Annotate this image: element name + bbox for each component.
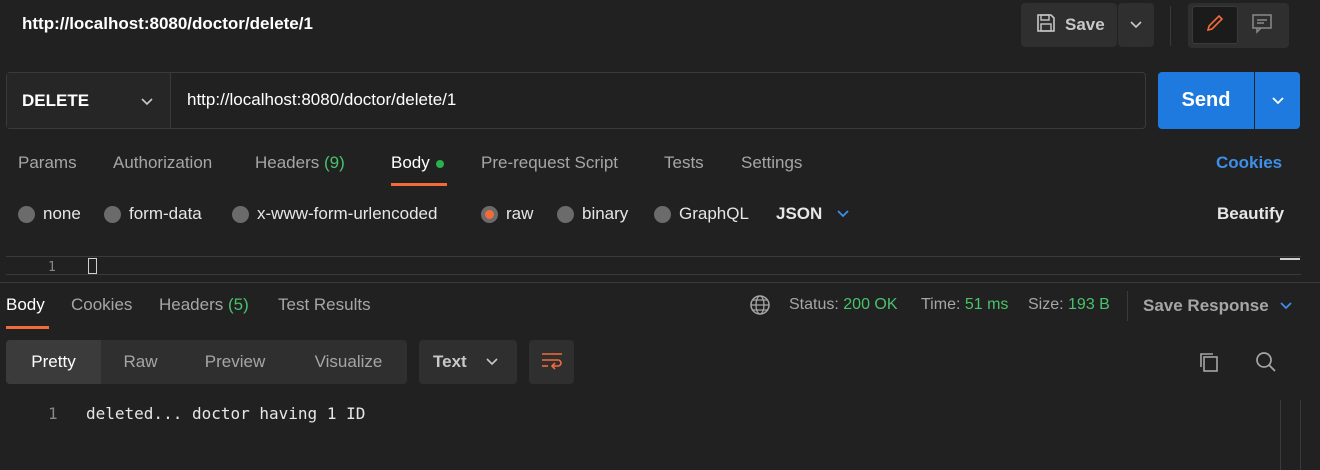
save-options-button[interactable] xyxy=(1118,3,1154,47)
view-raw-button[interactable]: Raw xyxy=(101,340,180,384)
radio-raw[interactable]: raw xyxy=(481,204,533,224)
response-tab-body[interactable]: Body xyxy=(6,295,45,315)
time-label: Time: xyxy=(921,296,961,313)
tab-body[interactable]: Body xyxy=(391,153,444,173)
headers-count: (9) xyxy=(324,153,345,172)
radio-selected-icon xyxy=(481,205,498,223)
send-button[interactable]: Send xyxy=(1158,72,1254,129)
response-body-text[interactable]: deleted... doctor having 1 ID xyxy=(86,404,365,423)
tab-settings[interactable]: Settings xyxy=(741,153,802,173)
response-scrollbar[interactable] xyxy=(1280,400,1281,470)
chevron-down-icon[interactable] xyxy=(140,92,154,112)
save-response-label: Save Response xyxy=(1143,296,1269,315)
search-icon[interactable] xyxy=(1254,350,1278,379)
radio-urlencoded-label: x-www-form-urlencoded xyxy=(257,204,438,223)
active-dot-icon xyxy=(435,159,444,168)
divider xyxy=(1170,6,1171,46)
format-select[interactable]: JSON xyxy=(776,204,850,224)
chevron-down-icon xyxy=(836,204,850,224)
view-pretty-button[interactable]: Pretty xyxy=(6,340,101,384)
response-line-number: 1 xyxy=(48,404,58,423)
radio-icon xyxy=(654,205,671,223)
radio-icon xyxy=(18,205,35,223)
radio-binary-label: binary xyxy=(582,204,629,223)
radio-icon xyxy=(557,205,574,223)
radio-raw-label: raw xyxy=(506,204,534,223)
request-body-editor[interactable] xyxy=(6,256,1301,275)
radio-none[interactable]: none xyxy=(18,204,81,224)
radio-form-data-label: form-data xyxy=(129,204,202,223)
radio-graphql-label: GraphQL xyxy=(679,204,749,223)
tab-authorization[interactable]: Authorization xyxy=(113,153,212,173)
edit-mode-button[interactable] xyxy=(1192,6,1238,44)
radio-icon xyxy=(232,205,249,223)
radio-binary[interactable]: binary xyxy=(557,204,628,224)
request-url-bar xyxy=(6,72,1146,129)
response-tab-test-results[interactable]: Test Results xyxy=(278,295,371,315)
comment-icon xyxy=(1251,12,1273,39)
send-options-button[interactable] xyxy=(1255,72,1300,129)
save-button[interactable]: Save xyxy=(1021,3,1117,47)
size-label: Size: xyxy=(1028,296,1064,313)
divider xyxy=(1127,291,1128,321)
view-preview-button[interactable]: Preview xyxy=(180,340,290,384)
response-format-select[interactable]: Text xyxy=(419,340,517,384)
pencil-icon xyxy=(1204,12,1226,39)
status-value: 200 OK xyxy=(843,296,898,313)
save-disk-icon xyxy=(1035,12,1057,39)
response-status[interactable]: Status: 200 OK xyxy=(789,296,898,314)
globe-icon[interactable] xyxy=(749,294,771,321)
response-headers-count: (5) xyxy=(228,295,249,314)
view-visualize-button[interactable]: Visualize xyxy=(290,340,407,384)
chevron-down-icon xyxy=(1271,91,1285,111)
beautify-link[interactable]: Beautify xyxy=(1217,204,1284,224)
tab-headers[interactable]: Headers (9) xyxy=(255,153,345,173)
response-format-label: Text xyxy=(433,352,467,371)
format-label: JSON xyxy=(776,204,823,223)
tab-headers-label: Headers xyxy=(255,153,320,172)
wrap-icon xyxy=(540,350,564,375)
chevron-down-icon xyxy=(1129,15,1143,35)
tab-params[interactable]: Params xyxy=(18,153,77,173)
radio-form-data[interactable]: form-data xyxy=(104,204,202,224)
response-tab-headers-label: Headers xyxy=(159,295,224,314)
active-tab-indicator xyxy=(391,183,447,186)
save-response-button[interactable]: Save Response xyxy=(1143,296,1293,316)
chevron-down-icon xyxy=(1279,296,1293,316)
divider xyxy=(1300,400,1301,470)
time-value: 51 ms xyxy=(964,296,1009,313)
response-tab-cookies[interactable]: Cookies xyxy=(71,295,132,315)
size-value: 193 B xyxy=(1068,296,1110,313)
wrap-lines-button[interactable] xyxy=(529,340,574,384)
tab-body-label: Body xyxy=(391,153,430,172)
radio-none-label: none xyxy=(43,204,81,223)
editor-line-number: 1 xyxy=(48,260,56,275)
comments-mode-button[interactable] xyxy=(1240,6,1284,44)
radio-urlencoded[interactable]: x-www-form-urlencoded xyxy=(232,204,437,224)
divider xyxy=(0,282,1320,283)
response-tab-headers[interactable]: Headers (5) xyxy=(159,295,249,315)
radio-icon xyxy=(104,205,121,223)
request-title[interactable]: http://localhost:8080/doctor/delete/1 xyxy=(22,14,313,34)
radio-graphql[interactable]: GraphQL xyxy=(654,204,749,224)
active-tab-indicator xyxy=(6,326,49,329)
response-size[interactable]: Size: 193 B xyxy=(1028,296,1110,314)
method-label: DELETE xyxy=(22,90,90,110)
tab-prerequest-script[interactable]: Pre-request Script xyxy=(481,153,618,173)
editor-cursor xyxy=(88,258,97,274)
chevron-down-icon xyxy=(485,352,499,372)
save-label: Save xyxy=(1065,15,1105,34)
tab-tests[interactable]: Tests xyxy=(664,153,704,173)
url-input[interactable]: http://localhost:8080/doctor/delete/1 xyxy=(187,90,456,110)
copy-icon[interactable] xyxy=(1197,350,1221,379)
editor-scrollbar[interactable] xyxy=(1280,258,1300,274)
status-label: Status: xyxy=(789,296,839,313)
cookies-link[interactable]: Cookies xyxy=(1216,153,1282,173)
response-time[interactable]: Time: 51 ms xyxy=(921,296,1008,314)
